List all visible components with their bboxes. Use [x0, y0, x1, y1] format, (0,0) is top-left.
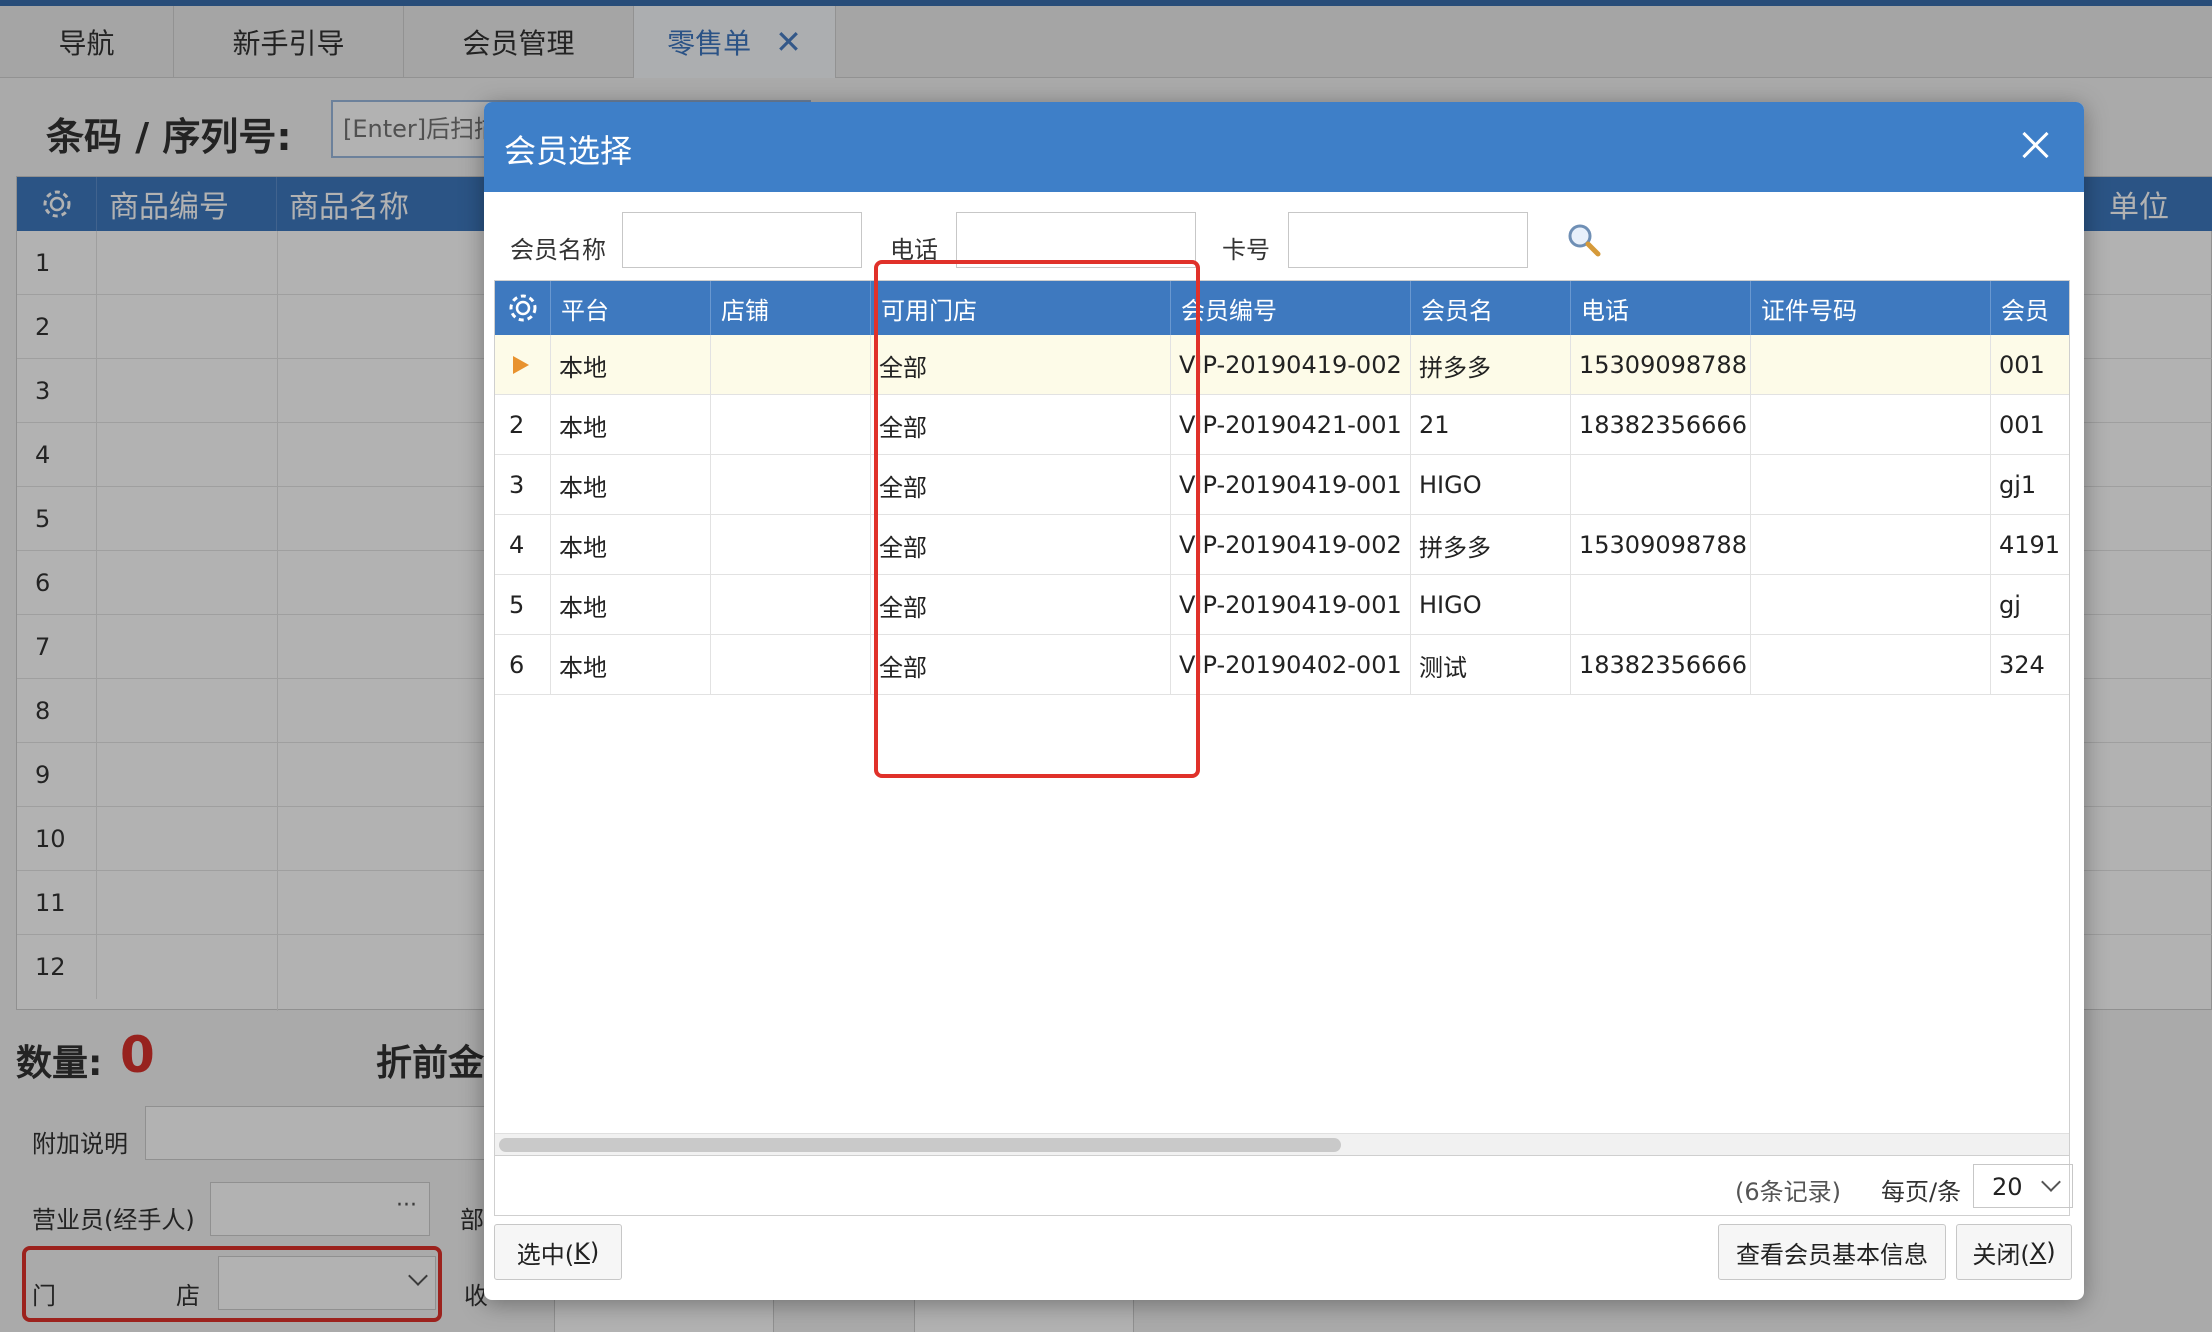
cell-platform: 本地 — [551, 515, 711, 575]
select-button[interactable]: 选中(K) — [494, 1224, 622, 1280]
row-number: 3 — [495, 455, 551, 515]
cell-shop — [711, 395, 871, 455]
member-name-input[interactable] — [622, 212, 862, 268]
search-icon[interactable] — [1564, 220, 1604, 260]
cell-shop — [711, 455, 871, 515]
cell-member-card: 001 — [1999, 411, 2045, 439]
scrollbar-thumb[interactable] — [499, 1138, 1341, 1152]
close-button[interactable]: 关闭(X) — [1956, 1224, 2072, 1280]
dialog-title: 会员选择 — [504, 132, 633, 170]
cell-member-code: VIP-20190419-002 — [1171, 335, 1411, 395]
close-icon[interactable] — [2010, 120, 2060, 170]
cell-member-name: HIGO — [1411, 455, 1571, 515]
column-shop[interactable]: 店铺 — [711, 281, 871, 335]
column-phone[interactable]: 电话 — [1571, 281, 1751, 335]
table-row[interactable]: 2 本地 全部 VIP-20190421-001 21 18382356666 … — [495, 395, 2069, 455]
cell-phone — [1571, 575, 1751, 635]
cell-member-name: 测试 — [1411, 635, 1571, 695]
cell-member-name: 21 — [1411, 395, 1571, 455]
cell-member-card: gj — [1999, 591, 2021, 619]
dialog-header: 会员选择 — [484, 102, 2084, 192]
gear-icon[interactable] — [495, 281, 551, 335]
cell-platform: 本地 — [551, 335, 711, 395]
cell-phone: 18382356666 — [1571, 395, 1751, 455]
member-select-dialog: 会员选择 会员名称 电话 卡号 平台 店铺 可用门店 会员编号 会员名 电话 证… — [484, 102, 2084, 1300]
cell-phone — [1571, 455, 1751, 515]
cell-platform: 本地 — [551, 575, 711, 635]
cell-member-name: 拼多多 — [1411, 515, 1571, 575]
cell-shop — [711, 635, 871, 695]
table-row[interactable]: 3 本地 全部 VIP-20190419-001 HIGO gj1 — [495, 455, 2069, 515]
cell-platform: 本地 — [551, 635, 711, 695]
table-row-selected[interactable]: 本地 全部 VIP-20190419-002 拼多多 15309098788 0… — [495, 335, 2069, 395]
cell-id-number — [1751, 335, 1991, 395]
cell-phone: 15309098788 — [1571, 335, 1751, 395]
cell-shop — [711, 575, 871, 635]
member-name-label: 会员名称 — [510, 236, 606, 264]
row-number: 5 — [495, 575, 551, 635]
pagination-bar: (6条记录) 每页/条 20 — [494, 1156, 2073, 1216]
cell-member-code: VIP-20190421-001 — [1171, 395, 1411, 455]
per-page-select[interactable]: 20 — [1973, 1164, 2073, 1208]
cell-shop — [711, 335, 871, 395]
cell-member-name: HIGO — [1411, 575, 1571, 635]
table-row[interactable]: 4 本地 全部 VIP-20190419-002 拼多多 15309098788… — [495, 515, 2069, 575]
member-table-header: 平台 店铺 可用门店 会员编号 会员名 电话 证件号码 会员 — [495, 281, 2069, 335]
record-count: (6条记录) — [1735, 1178, 1841, 1206]
cell-member-card: 4191 — [1999, 531, 2061, 559]
row-number: 2 — [495, 395, 551, 455]
cell-member-code: VIP-20190419-002 — [1171, 515, 1411, 575]
cell-id-number — [1751, 575, 1991, 635]
row-pointer-icon — [495, 335, 551, 395]
per-page-label: 每页/条 — [1881, 1178, 1962, 1206]
member-table: 平台 店铺 可用门店 会员编号 会员名 电话 证件号码 会员 本地 全部 VIP… — [494, 280, 2070, 1156]
cell-shop — [711, 515, 871, 575]
column-member-name[interactable]: 会员名 — [1411, 281, 1571, 335]
cell-id-number — [1751, 395, 1991, 455]
cell-id-number — [1751, 515, 1991, 575]
card-number-input[interactable] — [1288, 212, 1528, 268]
view-member-info-button[interactable]: 查看会员基本信息 — [1718, 1224, 1946, 1280]
column-id-number[interactable]: 证件号码 — [1751, 281, 1991, 335]
cell-member-name: 拼多多 — [1411, 335, 1571, 395]
column-platform[interactable]: 平台 — [551, 281, 711, 335]
cell-member-code: VIP-20190419-001 — [1171, 575, 1411, 635]
cell-id-number — [1751, 635, 1991, 695]
cell-id-number — [1751, 455, 1991, 515]
table-row[interactable]: 5 本地 全部 VIP-20190419-001 HIGO gj — [495, 575, 2069, 635]
row-number: 4 — [495, 515, 551, 575]
chevron-down-icon — [2041, 1172, 2061, 1192]
horizontal-scrollbar[interactable] — [495, 1133, 2069, 1155]
cell-member-code: VIP-20190402-001 — [1171, 635, 1411, 695]
column-member-code[interactable]: 会员编号 — [1171, 281, 1411, 335]
cell-phone: 15309098788 — [1571, 515, 1751, 575]
cell-platform: 本地 — [551, 395, 711, 455]
table-row[interactable]: 6 本地 全部 VIP-20190402-001 测试 18382356666 … — [495, 635, 2069, 695]
cell-member-card: 324 — [1999, 651, 2045, 679]
cell-platform: 本地 — [551, 455, 711, 515]
card-number-label: 卡号 — [1222, 236, 1270, 264]
cell-member-card: 001 — [1999, 351, 2045, 379]
available-stores-highlight-box — [874, 260, 1200, 778]
cell-member-card: gj1 — [1999, 471, 2037, 499]
column-member-card[interactable]: 会员 — [1991, 281, 2069, 335]
cell-phone: 18382356666 — [1571, 635, 1751, 695]
cell-member-code: VIP-20190419-001 — [1171, 455, 1411, 515]
row-number: 6 — [495, 635, 551, 695]
